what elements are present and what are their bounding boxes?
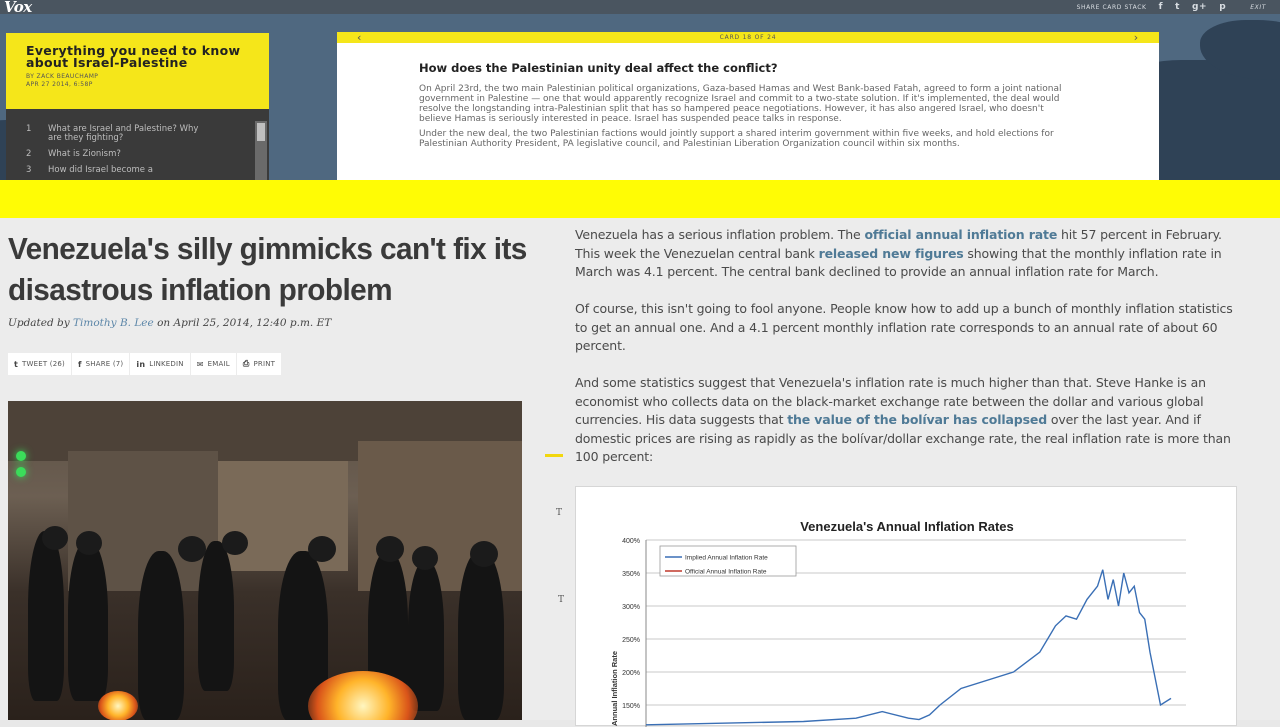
vox-logo[interactable]: Vox xyxy=(4,0,32,16)
print-button[interactable]: ⎙ PRINT xyxy=(236,353,282,375)
card-stack-panel: Vox SHARE CARD STACK f t g+ p EXIT Every… xyxy=(0,0,1280,180)
linkedin-icon: in xyxy=(136,359,146,369)
riot-police-photo xyxy=(8,401,522,720)
stack-author: BY ZACK BEAUCHAMP xyxy=(26,73,99,80)
prev-card-arrow-icon[interactable]: ‹ xyxy=(357,31,362,44)
text-marker: T xyxy=(558,595,565,605)
article-headline: Venezuela's silly gimmicks can't fix its… xyxy=(8,231,527,307)
share-card-stack-label: SHARE CARD STACK xyxy=(1076,3,1147,11)
inflation-chart-svg: Venezuela's Annual Inflation Rates 400% 35… xyxy=(610,519,1186,727)
linkedin-button[interactable]: in LINKEDIN xyxy=(130,353,190,375)
y-tick-label: 350% xyxy=(622,571,640,578)
exit-link[interactable]: EXIT xyxy=(1250,4,1266,11)
email-icon: ✉ xyxy=(196,359,204,369)
twitter-icon[interactable]: t xyxy=(1175,2,1180,12)
email-button[interactable]: ✉ EMAIL xyxy=(190,353,236,375)
card-heading: How does the Palestinian unity deal affe… xyxy=(419,61,778,75)
toc-item[interactable]: 2 What is Zionism? xyxy=(26,150,255,159)
inline-link[interactable]: official annual inflation rate xyxy=(864,227,1057,242)
inflation-chart: Venezuela's Annual Inflation Rates 400% 35… xyxy=(575,486,1237,727)
toc-scrollbar[interactable] xyxy=(255,121,267,180)
article: Venezuela's silly gimmicks can't fix its… xyxy=(0,218,1280,727)
card-body: How does the Palestinian unity deal affe… xyxy=(337,43,1159,149)
table-of-contents: 1 What are Israel and Palestine? Why are… xyxy=(6,109,269,180)
inline-link[interactable]: the value of the bolívar has collapsed xyxy=(787,412,1047,427)
paragraph-marker xyxy=(545,454,563,457)
stack-title: Everything you need to know about Israel… xyxy=(26,43,241,70)
stack-date: APR 27 2014, 6:58P xyxy=(26,81,93,88)
article-body: Venezuela has a serious inflation proble… xyxy=(575,226,1245,485)
facebook-icon: f xyxy=(77,359,82,369)
y-axis-label: Annual Inflation Rate xyxy=(610,651,619,726)
twitter-icon: t xyxy=(14,359,19,369)
vox-nav: SHARE CARD STACK f t g+ p EXIT xyxy=(1077,1,1266,13)
next-card-arrow-icon[interactable]: › xyxy=(1134,31,1139,44)
toc-item[interactable]: 1 What are Israel and Palestine? Why are… xyxy=(26,125,255,143)
print-icon: ⎙ xyxy=(242,359,250,368)
card-paragraph: On April 23rd, the two main Palestinian … xyxy=(419,84,1062,124)
share-button[interactable]: f SHARE (7) xyxy=(71,353,130,375)
y-tick-label: 300% xyxy=(622,604,640,611)
text-marker: T xyxy=(556,508,563,518)
inline-link[interactable]: released new figures xyxy=(819,246,964,261)
body-paragraph: Venezuela has a serious inflation proble… xyxy=(575,227,1222,279)
stack-title-card: Everything you need to know about Israel… xyxy=(6,33,269,109)
tweet-button[interactable]: t TWEET (26) xyxy=(8,353,71,375)
body-paragraph: And some statistics suggest that Venezue… xyxy=(575,375,1231,464)
vox-top-bar: Vox SHARE CARD STACK f t g+ p EXIT xyxy=(0,0,1280,16)
card-header: ‹ CARD 18 OF 24 › xyxy=(337,31,1159,44)
card-paragraph: Under the new deal, the two Palestinian … xyxy=(419,129,1054,149)
yellow-divider xyxy=(0,180,1280,218)
series-line xyxy=(645,569,1172,726)
facebook-icon[interactable]: f xyxy=(1159,2,1164,12)
byline: Updated by Timothy B. Lee on April 25, 2… xyxy=(8,317,332,329)
y-tick-label: 150% xyxy=(622,703,640,710)
y-tick-label: 400% xyxy=(622,538,640,545)
pinterest-icon[interactable]: p xyxy=(1219,2,1226,12)
legend-entry: Official Annual Inflation Rate xyxy=(685,569,767,576)
toc-item[interactable]: 3 How did Israel become a xyxy=(26,166,255,175)
content-card: ‹ CARD 18 OF 24 › How does the Palestini… xyxy=(337,31,1159,180)
legend-entry: Implied Annual Inflation Rate xyxy=(685,555,768,562)
card-counter: CARD 18 OF 24 xyxy=(719,34,777,41)
author-link[interactable]: Timothy B. Lee xyxy=(73,317,154,329)
y-tick-label: 200% xyxy=(622,670,640,677)
body-paragraph: Of course, this isn't going to fool anyo… xyxy=(575,301,1233,353)
y-tick-label: 250% xyxy=(622,637,640,644)
chart-title: Venezuela's Annual Inflation Rates xyxy=(800,519,1014,534)
google-plus-icon[interactable]: g+ xyxy=(1192,2,1207,12)
share-bar: t TWEET (26) f SHARE (7) in LINKEDIN ✉ EMAIL… xyxy=(8,353,282,375)
